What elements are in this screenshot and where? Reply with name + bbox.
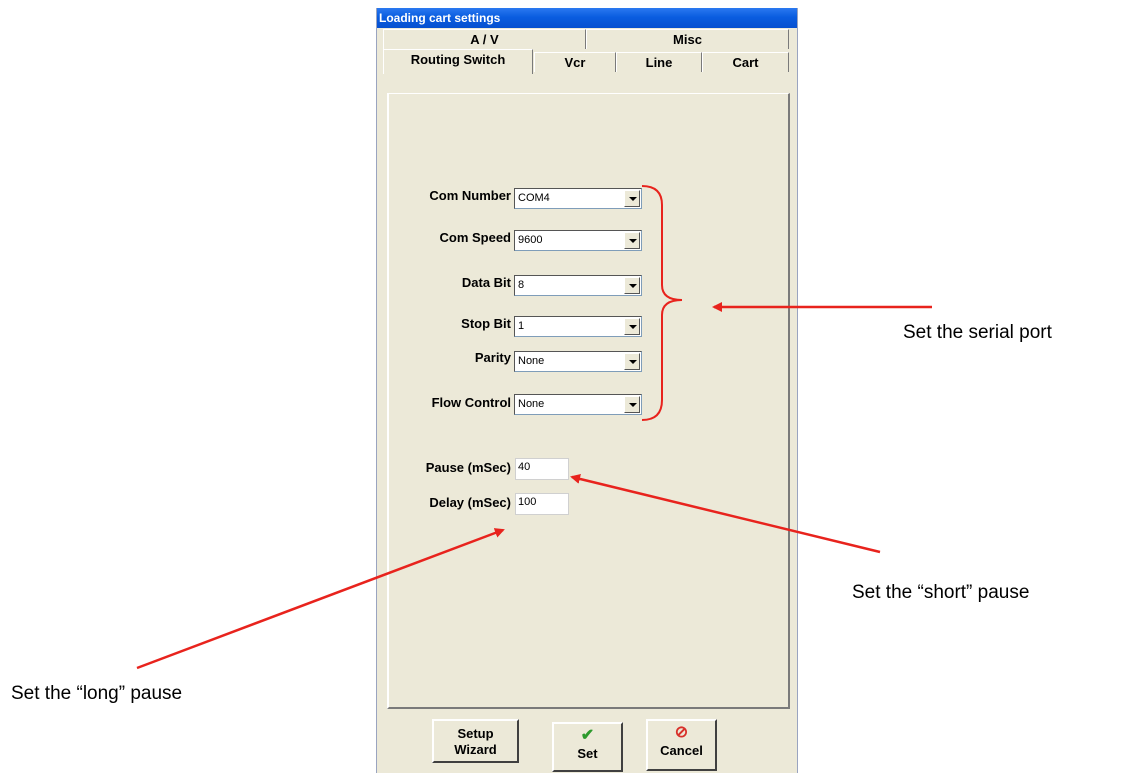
short-pause-arrow xyxy=(570,474,881,554)
annotation-short-pause: Set the “short” pause xyxy=(852,582,1030,603)
serial-port-bracket xyxy=(641,185,683,421)
long-pause-arrow xyxy=(136,528,505,670)
annotation-overlay xyxy=(136,185,932,670)
annotation-long-pause: Set the “long” pause xyxy=(11,683,183,704)
annotation-serial-port: Set the serial port xyxy=(903,322,1052,343)
